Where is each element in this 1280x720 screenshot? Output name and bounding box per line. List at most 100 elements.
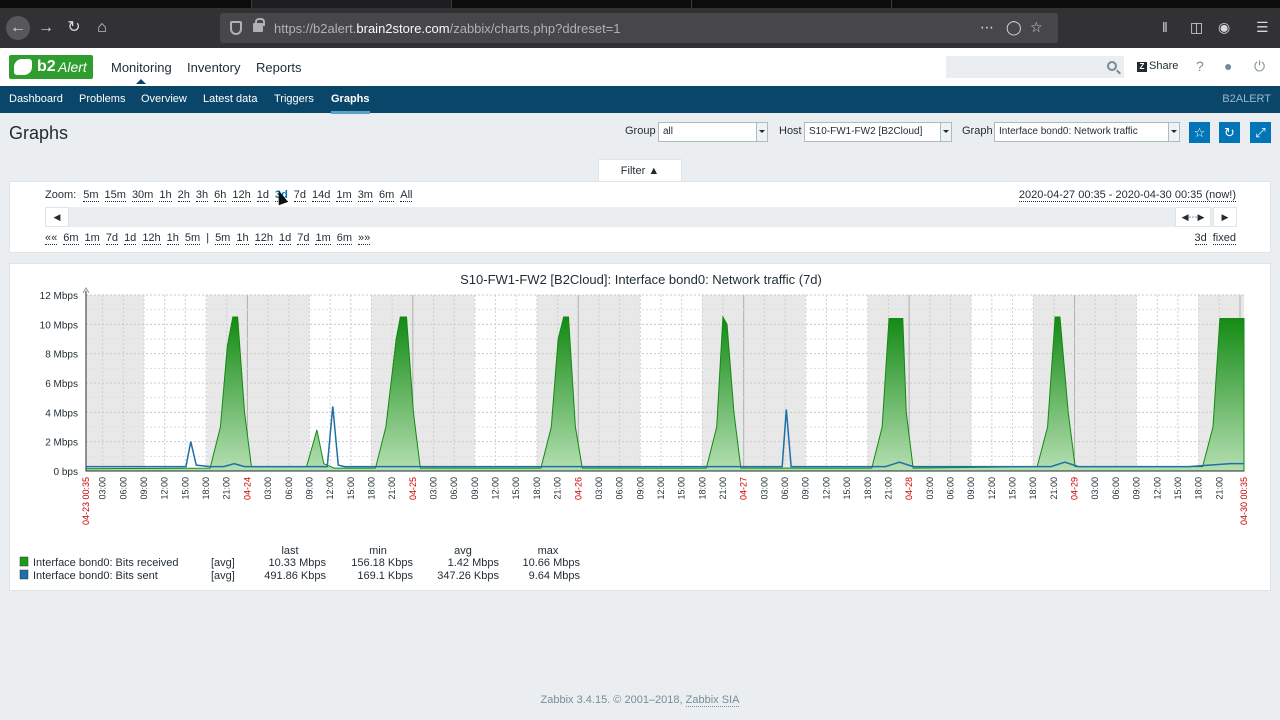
zoom-option[interactable]: 15m <box>104 189 126 202</box>
nav-back-option[interactable]: 12h <box>142 232 161 245</box>
x-axis-tick-label: 15:00 <box>677 477 687 500</box>
filter-tab[interactable]: Filter ▲ <box>598 159 682 182</box>
x-axis-tick-label: 09:00 <box>304 477 314 500</box>
traffic-graph[interactable]: 0 bps 2 Mbps 4 Mbps 6 Mbps 8 Mbps 10 Mbps 12 M… <box>10 264 1272 592</box>
period-fixed-toggle[interactable]: fixed <box>1212 232 1236 245</box>
tracking-shield-icon[interactable] <box>230 21 242 35</box>
forward-icon[interactable]: → <box>34 16 58 40</box>
subnav-dashboard[interactable]: Dashboard <box>9 93 63 105</box>
group-select[interactable]: all <box>658 122 768 142</box>
zoom-option[interactable]: 6h <box>214 189 227 202</box>
x-axis-tick-label: 09:00 <box>139 477 149 500</box>
browser-tab[interactable] <box>252 0 452 8</box>
nav-back-option[interactable]: 6m <box>63 232 79 245</box>
x-axis-tick-label: 18:00 <box>532 477 542 500</box>
home-icon[interactable]: ⌂ <box>90 16 114 40</box>
legend-func: [avg] <box>211 557 235 569</box>
subnav-triggers[interactable]: Triggers <box>274 93 314 105</box>
x-axis-tick-label: 21:00 <box>1049 477 1059 500</box>
x-axis-tick-label: 12:00 <box>325 477 335 500</box>
nav-forward-option[interactable]: 12h <box>254 232 273 245</box>
nav-forward-option[interactable]: 6m <box>336 232 353 245</box>
footer: Zabbix 3.4.15. © 2001–2018, Zabbix SIA <box>540 694 740 707</box>
zoom-option[interactable]: 1m <box>336 189 352 202</box>
help-icon[interactable]: ? <box>1196 58 1204 74</box>
zoom-option[interactable]: 5m <box>83 189 99 202</box>
scroll-right-arrow-icon[interactable]: ▶ <box>1213 207 1237 227</box>
zoom-option[interactable]: 1d <box>256 189 269 202</box>
nav-back-option[interactable]: 1d <box>124 232 137 245</box>
scroll-thumb[interactable]: ◀⋯▶ <box>1175 207 1211 227</box>
period-range[interactable]: 2020-04-27 00:35 - 2020-04-30 00:35 (now… <box>1018 189 1236 202</box>
scroll-left-arrow-icon[interactable]: ◀ <box>45 207 69 227</box>
refresh-icon[interactable]: ↻ <box>1219 122 1240 143</box>
legend-swatch <box>19 556 29 567</box>
zoom-option[interactable]: 1h <box>159 189 172 202</box>
page-actions-icon[interactable]: ⋯ <box>980 19 994 36</box>
hamburger-menu-icon[interactable]: ☰ <box>1256 19 1269 36</box>
zoom-option[interactable]: 7d <box>293 189 307 202</box>
period-value[interactable]: 3d <box>1194 232 1207 245</box>
legend-series-name: Interface bond0: Bits received <box>33 557 179 569</box>
account-icon[interactable]: ◉ <box>1218 19 1230 36</box>
zoom-option[interactable]: 30m <box>131 189 154 202</box>
zoom-option[interactable]: 14d <box>312 189 331 202</box>
back-icon[interactable]: ← <box>6 16 30 40</box>
nav-forward-option[interactable]: »» <box>358 232 371 245</box>
zoom-option[interactable]: 3h <box>195 189 209 202</box>
fullscreen-icon[interactable]: ⤢ <box>1250 122 1271 143</box>
menu-monitoring[interactable]: Monitoring <box>111 60 172 84</box>
browser-tab[interactable] <box>92 0 252 8</box>
nav-forward-option[interactable]: 1m <box>315 232 331 245</box>
sidebar-icon[interactable]: ◫ <box>1190 19 1203 36</box>
lock-icon[interactable] <box>253 18 265 32</box>
subnav-problems[interactable]: Problems <box>79 93 125 105</box>
browser-tab-strip <box>0 0 1280 8</box>
search-icon[interactable] <box>1107 61 1117 71</box>
y-axis-tick-label: 0 bps <box>54 467 78 478</box>
nav-back-option[interactable]: 5m <box>184 232 201 245</box>
browser-tab[interactable] <box>692 0 892 8</box>
footer-link[interactable]: Zabbix SIA <box>685 694 740 707</box>
graph-select[interactable]: Interface bond0: Network traffic <box>994 122 1180 142</box>
zoom-option[interactable]: 12h <box>232 189 251 202</box>
library-icon[interactable]: ‖ <box>1162 19 1168 35</box>
bookmark-star-icon[interactable]: ☆ <box>1030 19 1043 36</box>
zoom-option[interactable]: 3m <box>357 189 373 202</box>
host-select[interactable]: S10-FW1-FW2 [B2Cloud] <box>804 122 952 142</box>
menu-reports[interactable]: Reports <box>256 60 302 75</box>
zoom-option[interactable]: All <box>400 189 413 202</box>
reload-icon[interactable]: ↻ <box>62 16 86 40</box>
nav-back-option[interactable]: 1h <box>166 232 179 245</box>
pocket-icon[interactable]: ◯ <box>1006 19 1022 36</box>
zoom-option[interactable]: 6m <box>378 189 395 202</box>
search-input[interactable] <box>946 56 1124 78</box>
user-profile-icon[interactable]: ● <box>1224 58 1232 74</box>
nav-back-option[interactable]: 1m <box>84 232 100 245</box>
subnav-latest-data[interactable]: Latest data <box>203 93 257 105</box>
nav-forward-option[interactable]: 7d <box>297 232 310 245</box>
x-axis-tick-label: 15:00 <box>842 477 852 500</box>
nav-back-option[interactable]: 7d <box>105 232 119 245</box>
menu-inventory[interactable]: Inventory <box>187 60 240 75</box>
nav-forward-option[interactable]: 1h <box>236 232 249 245</box>
zoom-option[interactable]: 2h <box>177 189 190 202</box>
x-axis-tick-label: 12:00 <box>160 477 170 500</box>
nav-forward-option[interactable]: 1d <box>278 232 292 245</box>
x-axis-tick-label: 15:00 <box>511 477 521 500</box>
favorite-star-icon[interactable]: ☆ <box>1189 122 1210 143</box>
browser-tab[interactable] <box>452 0 692 8</box>
x-axis-tick-label: 21:00 <box>1214 477 1224 500</box>
host-value: S10-FW1-FW2 [B2Cloud] <box>809 126 923 137</box>
sign-out-icon[interactable]: ⏻ <box>1254 58 1265 75</box>
timeline-scrollbar[interactable]: ◀ ◀⋯▶ ▶ <box>45 207 1237 227</box>
nav-back-option[interactable]: «« <box>45 232 58 245</box>
nav-forward-option[interactable]: 5m <box>215 232 231 245</box>
subnav-graphs[interactable]: Graphs <box>331 93 370 114</box>
address-bar[interactable]: https://b2alert.brain2store.com/zabbix/c… <box>220 13 1058 43</box>
b2alert-logo[interactable]: b2 Alert <box>9 55 93 79</box>
address-url[interactable]: https://b2alert.brain2store.com/zabbix/c… <box>274 21 621 36</box>
subnav-overview[interactable]: Overview <box>141 93 187 105</box>
share-button[interactable]: Z Share <box>1137 60 1178 72</box>
x-axis-tick-label: 18:00 <box>1194 477 1204 500</box>
